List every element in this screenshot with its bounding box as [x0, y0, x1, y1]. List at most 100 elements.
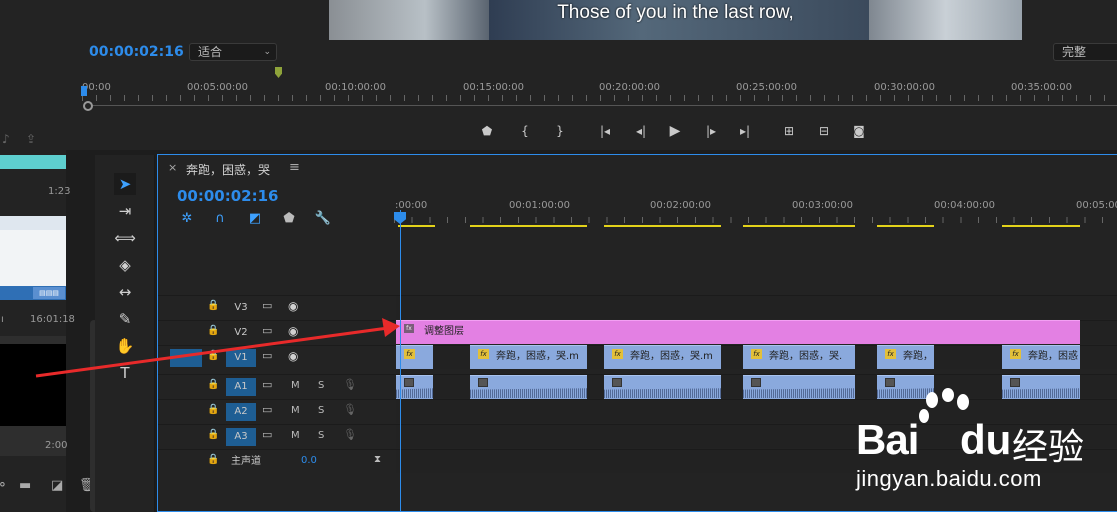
- adjustment-layer-clip[interactable]: fx 调整图层: [396, 320, 1080, 344]
- panel-menu-icon[interactable]: ≡: [289, 160, 300, 175]
- track-label[interactable]: A1: [226, 378, 256, 396]
- step-forward-icon[interactable]: |▸: [700, 121, 722, 141]
- toggle-sync-icon[interactable]: ▭: [262, 378, 272, 391]
- lock-icon[interactable]: 🔒: [207, 404, 219, 415]
- track-header-v1[interactable]: 🔒 V1 ▭ ◉: [158, 345, 396, 369]
- add-marker-icon[interactable]: ⬟: [280, 210, 298, 228]
- track-label[interactable]: A3: [226, 428, 256, 446]
- lift-icon[interactable]: ⊞: [778, 121, 800, 141]
- video-clip[interactable]: fx 奔跑，困惑，哭.m: [470, 345, 587, 369]
- audio-icon[interactable]: ♪: [2, 132, 10, 146]
- nest-icon[interactable]: ✲: [178, 210, 196, 228]
- ruler-label: 00:04:00:00: [934, 200, 996, 211]
- track-label[interactable]: V3: [226, 299, 256, 317]
- project-item-thumbnail[interactable]: ▤▤▤: [0, 216, 66, 300]
- ruler-label: 00:01:00:00: [509, 200, 571, 211]
- extract-icon[interactable]: ⊟: [813, 121, 835, 141]
- track-label[interactable]: A2: [226, 403, 256, 421]
- mute-button[interactable]: M: [291, 405, 300, 416]
- track-header-a1[interactable]: 🔒 A1 ▭ M S 🎙: [158, 374, 396, 398]
- track-row-v3[interactable]: [396, 295, 1117, 319]
- mark-out-icon[interactable]: }: [549, 121, 571, 141]
- project-item-time: 16:01:18: [30, 314, 75, 325]
- project-item-thumbnail[interactable]: [0, 336, 66, 456]
- hand-tool-icon[interactable]: ✋: [114, 335, 136, 357]
- track-header-master[interactable]: 🔒 主声道 0.0 ⧗: [158, 449, 396, 473]
- mute-button[interactable]: M: [291, 430, 300, 441]
- marker-icon[interactable]: [275, 67, 282, 78]
- track-label[interactable]: V2: [226, 324, 256, 342]
- add-marker-icon[interactable]: ⬟: [476, 121, 498, 141]
- solo-button[interactable]: S: [318, 380, 324, 391]
- toggle-sync-icon[interactable]: ▭: [262, 299, 272, 312]
- source-patch-v1[interactable]: [170, 349, 202, 367]
- go-to-in-icon[interactable]: |◂: [594, 121, 616, 141]
- program-timecode[interactable]: 00:00:02:16: [89, 44, 184, 60]
- settings-wrench-icon[interactable]: 🔧: [314, 210, 332, 228]
- audio-clip[interactable]: [470, 375, 587, 399]
- audio-clip[interactable]: [604, 375, 721, 399]
- project-item-duration: 1:23: [48, 186, 71, 197]
- toggle-sync-icon[interactable]: ▭: [262, 349, 272, 362]
- solo-button[interactable]: S: [318, 405, 324, 416]
- zoom-level-select[interactable]: 适合 ⌄: [189, 43, 277, 61]
- step-back-icon[interactable]: ◂|: [630, 121, 652, 141]
- playback-resolution-select[interactable]: 完整: [1053, 43, 1117, 61]
- lock-icon[interactable]: 🔒: [207, 350, 219, 361]
- master-volume-value[interactable]: 0.0: [301, 455, 317, 466]
- mute-button[interactable]: M: [291, 380, 300, 391]
- mark-in-icon[interactable]: {: [514, 121, 536, 141]
- snap-icon[interactable]: ∩: [211, 210, 229, 228]
- timeline-timecode[interactable]: 00:00:02:16: [177, 187, 279, 205]
- close-icon[interactable]: ×: [168, 161, 177, 174]
- lock-icon[interactable]: 🔒: [207, 429, 219, 440]
- video-clip[interactable]: fx: [396, 345, 433, 369]
- lock-icon[interactable]: 🔒: [207, 454, 219, 465]
- new-item-icon[interactable]: ◪: [51, 478, 63, 493]
- selection-tool-icon[interactable]: ➤: [114, 173, 136, 195]
- audio-clip[interactable]: [396, 375, 433, 399]
- go-to-out-icon[interactable]: ▸|: [734, 121, 756, 141]
- eye-icon[interactable]: ◉: [288, 299, 298, 313]
- track-header-v3[interactable]: 🔒 V3 ▭ ◉: [158, 295, 396, 319]
- track-label[interactable]: V1: [226, 349, 256, 367]
- toggle-sync-icon[interactable]: ▭: [262, 403, 272, 416]
- razor-tool-icon[interactable]: ◈: [114, 254, 136, 276]
- export-frame-icon[interactable]: ◙: [848, 121, 870, 141]
- video-clip[interactable]: fx 奔跑，困惑，哭.: [743, 345, 855, 369]
- microphone-icon[interactable]: 🎙: [343, 378, 357, 391]
- microphone-icon[interactable]: 🎙: [343, 403, 357, 416]
- track-header-a3[interactable]: 🔒 A3 ▭ M S 🎙: [158, 424, 396, 448]
- eye-icon[interactable]: ◉: [288, 349, 298, 363]
- lock-icon[interactable]: 🔒: [207, 325, 219, 336]
- zoom-scrollbar-handle[interactable]: [83, 101, 93, 111]
- slip-tool-icon[interactable]: ↔: [114, 281, 136, 303]
- video-clip[interactable]: fx 奔跑，困惑，哭.m: [604, 345, 721, 369]
- export-icon[interactable]: ⇪: [26, 132, 36, 146]
- toggle-sync-icon[interactable]: ▭: [262, 428, 272, 441]
- ripple-edit-tool-icon[interactable]: ⟺: [114, 227, 136, 249]
- audio-clip[interactable]: [743, 375, 855, 399]
- type-tool-icon[interactable]: T: [114, 362, 136, 384]
- track-header-a2[interactable]: 🔒 A2 ▭ M S 🎙: [158, 399, 396, 423]
- track-header-v2[interactable]: 🔒 V2 ▭ ◉: [158, 320, 396, 344]
- play-icon[interactable]: ▶: [664, 121, 686, 141]
- sequence-tab[interactable]: 奔跑，困惑，哭: [186, 161, 270, 178]
- fx-badge-icon: fx: [612, 349, 623, 359]
- solo-button[interactable]: S: [318, 430, 324, 441]
- go-to-end-icon[interactable]: ⧗: [374, 454, 381, 465]
- eye-icon[interactable]: ◉: [288, 324, 298, 338]
- lock-icon[interactable]: 🔒: [207, 300, 219, 311]
- lock-icon[interactable]: 🔒: [207, 379, 219, 390]
- program-playhead[interactable]: [81, 86, 87, 96]
- linked-selection-icon[interactable]: ◩: [246, 210, 264, 228]
- video-clip[interactable]: fx 奔跑，困惑: [1002, 345, 1080, 369]
- pen-tool-icon[interactable]: ✎: [114, 308, 136, 330]
- microphone-icon[interactable]: 🎙: [343, 428, 357, 441]
- new-bin-icon[interactable]: ▬: [19, 478, 31, 493]
- freeform-view-icon[interactable]: ⚬: [0, 478, 8, 493]
- render-bar: [743, 225, 855, 227]
- video-clip[interactable]: fx 奔跑，: [877, 345, 934, 369]
- track-select-tool-icon[interactable]: ⇥: [114, 200, 136, 222]
- toggle-sync-icon[interactable]: ▭: [262, 324, 272, 337]
